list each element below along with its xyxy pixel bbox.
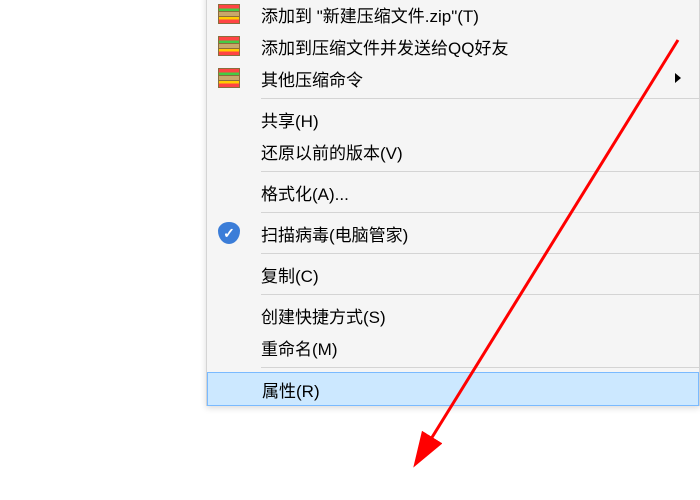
menu-label: 共享(H) [251,107,699,132]
menu-separator [261,294,699,295]
menu-label: 还原以前的版本(V) [251,139,699,164]
menu-separator [261,212,699,213]
menu-label: 扫描病毒(电脑管家) [251,221,699,246]
archive-icon [207,0,251,30]
menu-item-format[interactable]: 格式化(A)... [207,176,699,208]
archive-icon [207,30,251,62]
menu-label: 属性(R) [252,377,698,402]
menu-item-rename[interactable]: 重命名(M) [207,331,699,363]
menu-separator [261,98,699,99]
menu-label: 添加到压缩文件并发送给QQ好友 [251,34,699,59]
menu-item-other-archive-commands[interactable]: 其他压缩命令 [207,62,699,94]
menu-label: 格式化(A)... [251,180,699,205]
menu-item-share[interactable]: 共享(H) [207,103,699,135]
context-menu: 添加到压缩文件(A)... 添加到 "新建压缩文件.zip"(T) 添加到压缩文… [206,0,700,406]
menu-separator [261,171,699,172]
menu-item-scan-virus[interactable]: 扫描病毒(电脑管家) [207,217,699,249]
menu-item-add-to-named-zip[interactable]: 添加到 "新建压缩文件.zip"(T) [207,0,699,30]
menu-separator [261,367,699,368]
menu-label: 添加到 "新建压缩文件.zip"(T) [251,2,699,27]
menu-item-archive-send-qq[interactable]: 添加到压缩文件并发送给QQ好友 [207,30,699,62]
menu-item-restore-previous[interactable]: 还原以前的版本(V) [207,135,699,167]
menu-separator [261,253,699,254]
menu-label: 复制(C) [251,262,699,287]
menu-label: 重命名(M) [251,335,699,360]
menu-label: 创建快捷方式(S) [251,303,699,328]
menu-item-copy[interactable]: 复制(C) [207,258,699,290]
shield-icon [207,217,251,249]
menu-label: 其他压缩命令 [251,66,675,91]
menu-item-create-shortcut[interactable]: 创建快捷方式(S) [207,299,699,331]
archive-icon [207,62,251,94]
submenu-arrow-icon [675,73,681,83]
menu-item-properties[interactable]: 属性(R) [207,372,699,406]
